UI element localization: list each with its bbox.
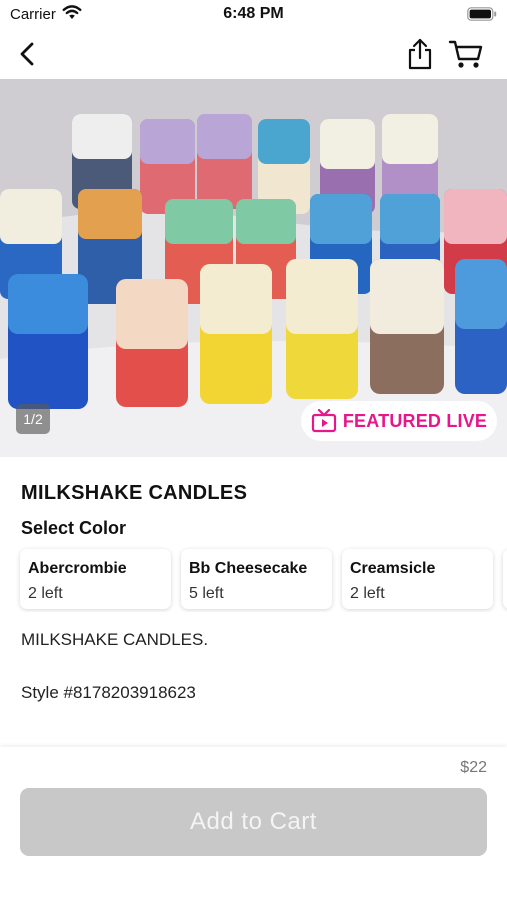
status-bar: Carrier 6:48 PM (0, 0, 507, 30)
color-options: Abercrombie 2 left Bb Cheesecake 5 left … (0, 546, 507, 612)
color-option-abercrombie[interactable]: Abercrombie 2 left (20, 549, 171, 609)
color-option-stock: 2 left (350, 585, 385, 602)
clock: 6:48 PM (223, 5, 284, 22)
share-button[interactable] (402, 35, 438, 73)
color-option-name: Creamsicle (350, 560, 436, 577)
share-icon (408, 38, 432, 70)
add-to-cart-button[interactable]: Add to Cart (20, 788, 487, 856)
cart-icon (448, 40, 483, 68)
color-option-stock: 5 left (189, 585, 224, 602)
style-number: Style #8178203918623 (21, 683, 196, 702)
product-title: MILKSHAKE CANDLES (21, 482, 248, 504)
color-option-name: Abercrombie (28, 560, 127, 577)
page-indicator: 1/2 (16, 404, 50, 434)
chevron-left-icon (20, 42, 34, 66)
color-option-bb-cheesecake[interactable]: Bb Cheesecake 5 left (181, 549, 332, 609)
battery-icon (467, 7, 497, 26)
select-color-label: Select Color (21, 518, 127, 538)
back-button[interactable] (10, 36, 44, 72)
price-label: $22 (460, 759, 487, 776)
cart-button[interactable] (446, 35, 486, 73)
featured-live-badge[interactable]: FEATURED LIVE (301, 401, 497, 441)
tv-play-icon (311, 409, 336, 433)
color-option-partial[interactable] (503, 549, 507, 609)
color-option-creamsicle[interactable]: Creamsicle 2 left (342, 549, 493, 609)
product-description: MILKSHAKE CANDLES. (21, 630, 209, 649)
nav-bar (0, 30, 507, 78)
color-option-stock: 2 left (28, 585, 63, 602)
featured-live-label: FEATURED LIVE (342, 410, 488, 431)
color-option-name: Bb Cheesecake (189, 560, 308, 577)
